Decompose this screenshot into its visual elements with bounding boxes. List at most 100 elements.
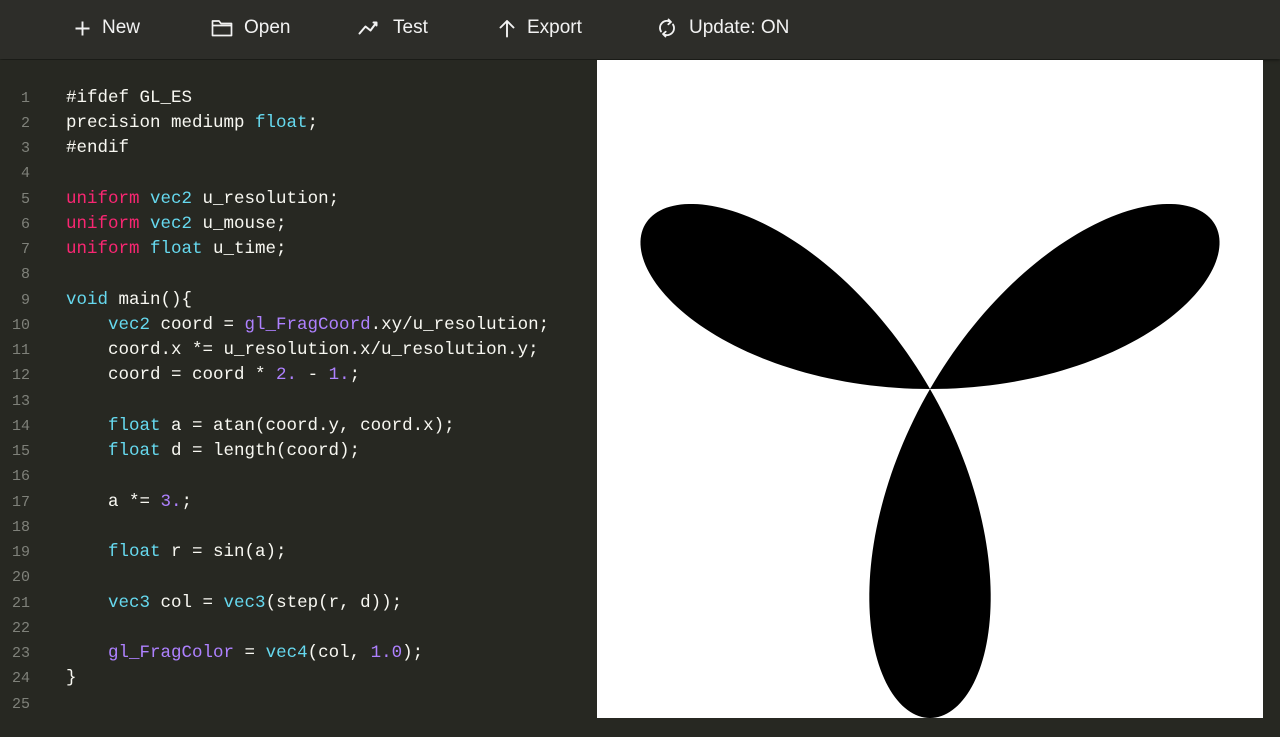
code-token: 2. — [276, 365, 298, 386]
code-token: uniform — [66, 239, 140, 259]
code-token: ; — [181, 491, 193, 512]
code-token: } — [66, 668, 77, 689]
code-token: vec2 — [108, 314, 151, 335]
code-text: float a = atan(coord.y, coord.x); — [66, 414, 455, 439]
code-line[interactable]: 19 float r = sin(a); — [0, 540, 597, 565]
code-token: r = sin(a); — [160, 542, 287, 562]
line-number: 17 — [11, 493, 30, 511]
test-button[interactable]: Test — [358, 0, 428, 56]
line-number: 19 — [11, 544, 30, 561]
line-number: 5 — [20, 190, 30, 208]
toolbar: New Open Test Export Update: ON — [0, 0, 1280, 59]
code-token: 3. — [160, 491, 182, 512]
line-number: 21 — [11, 594, 30, 612]
code-token: - — [297, 365, 329, 386]
new-button-label: New — [102, 17, 141, 38]
code-line[interactable]: 1 #ifdef GL_ES — [0, 86, 597, 111]
code-token: a = atan(coord.y, coord.x); — [160, 415, 455, 436]
line-number: 6 — [20, 215, 30, 233]
open-button[interactable]: Open — [211, 0, 290, 56]
plus-icon — [74, 20, 102, 37]
code-line[interactable]: 9 void main(){ — [0, 288, 597, 313]
code-text: uniform vec2 u_mouse; — [66, 212, 287, 237]
code-line[interactable]: 14 float a = atan(coord.y, coord.x); — [0, 414, 597, 439]
code-token: vec2 — [150, 213, 193, 234]
code-token: (step(r, d)); — [265, 592, 403, 613]
line-number: 10 — [11, 316, 30, 334]
code-line[interactable]: 20 — [0, 565, 597, 590]
code-line[interactable]: 17 a *= 3.; — [0, 490, 597, 515]
code-token: u_time; — [202, 239, 287, 259]
code-text: float d = length(coord); — [66, 439, 360, 464]
code-token: ; — [307, 112, 319, 133]
line-number: 9 — [20, 291, 30, 309]
code-token: = — [234, 643, 266, 663]
code-token: u_resolution; — [192, 188, 340, 209]
code-token: precision mediump — [66, 112, 256, 133]
code-token: coord = — [150, 314, 245, 335]
code-line[interactable]: 21 vec3 col = vec3(step(r, d)); — [0, 591, 597, 616]
code-line[interactable]: 24} — [0, 666, 597, 691]
code-line[interactable]: 8 — [0, 262, 597, 287]
code-text: gl_FragColor = vec4(col, 1.0); — [66, 641, 423, 666]
update-toggle-button[interactable]: Update: ON — [656, 0, 789, 56]
code-text: float r = sin(a); — [66, 540, 287, 565]
code-text: precision mediump float; — [66, 111, 318, 136]
code-line[interactable]: 15 float d = length(coord); — [0, 439, 597, 464]
code-line[interactable]: 18 — [0, 515, 597, 540]
code-line[interactable]: 12 coord = coord * 2. - 1.; — [0, 363, 597, 388]
code-line[interactable]: 11 coord.x *= u_resolution.x/u_resolutio… — [0, 338, 597, 363]
code-token: float — [255, 112, 308, 133]
rose-shape — [640, 203, 1220, 718]
line-number: 13 — [11, 392, 30, 410]
code-line[interactable]: 16 — [0, 464, 597, 489]
trend-line-icon — [358, 20, 393, 36]
code-line[interactable]: 13 — [0, 389, 597, 414]
code-token: .xy/u_resolution; — [370, 314, 550, 335]
line-number: 1 — [20, 89, 30, 107]
code-line[interactable]: 22 — [0, 616, 597, 641]
line-number: 18 — [11, 518, 30, 536]
code-line[interactable]: 6 uniform vec2 u_mouse; — [0, 212, 597, 237]
code-line[interactable]: 25 — [0, 692, 597, 717]
code-token: vec4 — [265, 643, 308, 663]
line-number: 14 — [11, 417, 30, 435]
code-token: vec3 — [108, 592, 151, 613]
code-token: d = length(coord); — [160, 441, 361, 461]
code-token: void — [66, 289, 109, 310]
line-number: 24 — [11, 670, 30, 688]
code-token: 1. — [328, 365, 350, 386]
code-token: u_mouse; — [192, 213, 287, 234]
new-button[interactable]: New — [74, 0, 140, 56]
code-token: gl_FragColor — [108, 643, 235, 663]
code-token: main(){ — [108, 289, 193, 310]
line-number: 22 — [11, 619, 30, 637]
line-number: 16 — [11, 468, 30, 486]
export-button-label: Export — [527, 17, 582, 38]
code-token: uniform — [66, 213, 140, 234]
code-token: uniform — [66, 188, 140, 209]
code-editor[interactable]: 1 #ifdef GL_ES 2 precision mediump float; 3 #… — [0, 60, 597, 737]
code-line[interactable]: 23 gl_FragColor = vec4(col, 1.0); — [0, 641, 597, 666]
shader-preview-canvas — [597, 60, 1263, 718]
code-line[interactable]: 4 — [0, 161, 597, 186]
code-line[interactable]: 3 #endif — [0, 136, 597, 161]
code-line[interactable]: 10 vec2 coord = gl_FragCoord.xy/u_resolu… — [0, 313, 597, 338]
code-text: vec2 coord = gl_FragCoord.xy/u_resolutio… — [66, 313, 549, 338]
code-line[interactable]: 5 uniform vec2 u_resolution; — [0, 187, 597, 212]
code-token: vec3 — [223, 592, 266, 613]
code-token: float — [108, 441, 161, 461]
code-line[interactable]: 2 precision mediump float; — [0, 111, 597, 136]
code-text: void main(){ — [66, 288, 192, 313]
code-text: vec3 col = vec3(step(r, d)); — [66, 591, 402, 616]
code-text: uniform float u_time; — [66, 237, 287, 262]
code-line[interactable]: 7 uniform float u_time; — [0, 237, 597, 262]
export-button[interactable]: Export — [498, 0, 582, 56]
